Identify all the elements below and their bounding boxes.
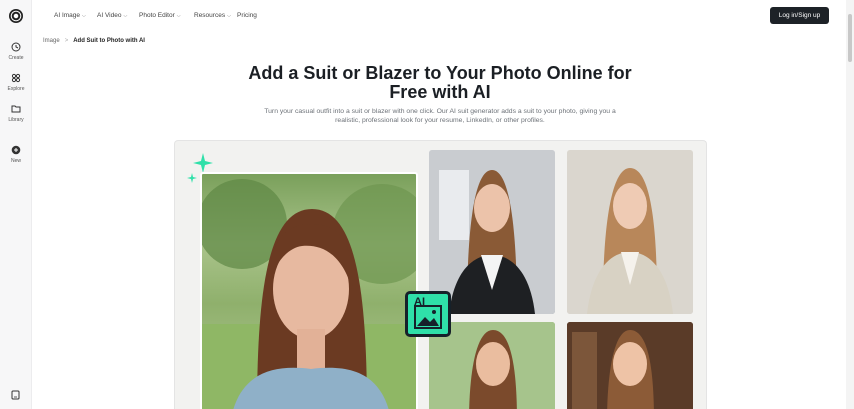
logo-icon[interactable] <box>9 9 23 23</box>
device-icon[interactable] <box>11 390 20 400</box>
sparkle-small-icon <box>187 173 197 183</box>
ai-badge-text: AI <box>414 296 425 308</box>
top-nav: AI Image ⌵ AI Video ⌵ Photo Editor ⌵ Resour… <box>32 0 854 32</box>
suit-photo-4 <box>567 322 693 409</box>
page-subtitle-line-1: Turn your casual outfit into a suit or b… <box>264 108 616 115</box>
sidebar-item-label: Explore <box>7 86 25 92</box>
nav-label: Pricing <box>237 12 257 19</box>
page-subtitle-line-2: realistic, professional look for your re… <box>335 117 545 124</box>
breadcrumb-parent-link[interactable]: Image <box>43 38 60 44</box>
suit-photo-2 <box>567 150 693 314</box>
nav-ai-video[interactable]: AI Video ⌵ <box>97 12 127 19</box>
page-title-line-1: Add a Suit or Blazer to Your Photo Onlin… <box>248 63 632 83</box>
nav-resources[interactable]: Resources ⌵ <box>194 12 231 19</box>
page-title-line-2: Free with AI <box>389 82 491 102</box>
login-signup-button[interactable]: Log in/Sign up <box>770 7 829 24</box>
suit-photo-1 <box>429 150 555 314</box>
new-icon <box>11 145 21 155</box>
sparkle-icon <box>193 153 213 173</box>
sidebar-item-label: Create <box>8 55 24 61</box>
nav-label: AI Video <box>97 12 122 19</box>
chevron-down-icon: ⌵ <box>176 13 181 19</box>
chevron-down-icon: ⌵ <box>123 13 128 19</box>
showcase-panel: AI <box>174 140 707 409</box>
create-icon <box>11 42 21 52</box>
nav-ai-image[interactable]: AI Image ⌵ <box>54 12 86 19</box>
chevron-down-icon: ⌵ <box>227 13 231 19</box>
nav-label: Resources <box>194 12 226 19</box>
sidebar-item-create[interactable]: Create <box>0 42 32 61</box>
scrollbar-thumb[interactable] <box>848 14 852 62</box>
breadcrumb-current: Add Suit to Photo with AI <box>73 38 145 44</box>
ai-image-badge: AI <box>405 291 451 337</box>
breadcrumb-separator: > <box>64 38 69 44</box>
chevron-down-icon: ⌵ <box>82 13 86 19</box>
page-subtitle: Turn your casual outfit into a suit or b… <box>225 107 655 125</box>
sidebar-item-label: Library <box>8 117 24 123</box>
sidebar-item-new[interactable]: New <box>0 145 32 164</box>
page-title: Add a Suit or Blazer to Your Photo Onlin… <box>200 64 680 102</box>
nav-label: Photo Editor <box>139 12 175 19</box>
ai-image-icon: AI <box>414 296 442 329</box>
explore-icon <box>11 73 21 83</box>
nav-label: AI Image <box>54 12 81 19</box>
sidebar-item-label: New <box>10 158 21 164</box>
sidebar-item-explore[interactable]: Explore <box>0 73 32 92</box>
sidebar-item-library[interactable]: Library <box>0 104 32 123</box>
nav-pricing[interactable]: Pricing <box>237 12 257 19</box>
left-sidebar: Create Explore Library New <box>0 0 32 409</box>
library-icon <box>11 105 21 113</box>
main-portrait-photo <box>200 172 418 409</box>
breadcrumb: Image > Add Suit to Photo with AI <box>43 38 145 44</box>
nav-photo-editor[interactable]: Photo Editor ⌵ <box>139 12 181 19</box>
